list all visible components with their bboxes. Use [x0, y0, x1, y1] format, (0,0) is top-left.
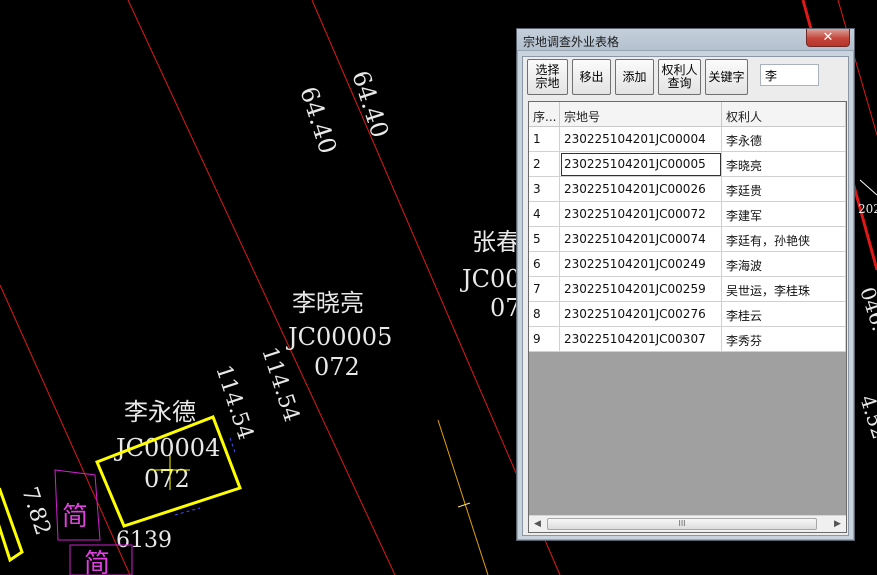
cell-index: 4 — [529, 202, 560, 227]
button-label: 宗地 — [535, 76, 560, 90]
dimension-label: 64.40 — [294, 83, 342, 157]
cell-index: 6 — [529, 252, 560, 277]
parcel-code: JC00005 — [285, 323, 392, 351]
dimension-label: 114.54 — [256, 344, 304, 425]
button-label: 查询 — [667, 76, 692, 90]
table-row[interactable]: 3 230225104201JC00026 李廷贵 — [529, 177, 846, 202]
scroll-right-icon[interactable]: ▶ — [829, 516, 846, 532]
remove-button[interactable]: 移出 — [572, 59, 611, 95]
title-bar[interactable]: 宗地调查外业表格 ✕ — [517, 29, 854, 51]
cell-parcel-code[interactable]: 230225104201JC00259 — [560, 277, 722, 302]
window-title: 宗地调查外业表格 — [523, 35, 620, 49]
parcel-owner: 张春 — [472, 228, 520, 256]
cell-owner[interactable]: 李廷贵 — [722, 177, 846, 202]
road-line — [437, 419, 489, 575]
dimension-label: 7.82 — [16, 484, 55, 538]
building-outline — [0, 487, 24, 563]
dimension-label: 64.40 — [346, 67, 394, 141]
dimension-label: 046. — [855, 284, 877, 334]
cell-parcel-code[interactable]: 230225104201JC00026 — [560, 177, 722, 202]
cell-owner[interactable]: 李桂云 — [722, 302, 846, 327]
marker-label: 简 — [62, 502, 88, 532]
cell-parcel-code[interactable]: 230225104201JC00005 — [560, 152, 722, 177]
cell-owner[interactable]: 李永德 — [722, 127, 846, 152]
dimension-label: 6139 — [116, 528, 172, 553]
cell-parcel-code[interactable]: 230225104201JC00276 — [560, 302, 722, 327]
cell-owner[interactable]: 吴世运，李桂珠 — [722, 277, 846, 302]
edge-line — [859, 179, 877, 196]
table-row[interactable]: 1 230225104201JC00004 李永德 — [529, 127, 846, 152]
select-parcel-button[interactable]: 选择 宗地 — [527, 59, 568, 95]
parcel-owner: 李晓亮 — [292, 289, 364, 317]
scroll-left-icon[interactable]: ◀ — [529, 516, 546, 532]
cell-index: 9 — [529, 327, 560, 352]
parcel-owner: 李永德 — [124, 398, 196, 426]
cell-owner[interactable]: 李海波 — [722, 252, 846, 277]
cell-parcel-code[interactable]: 230225104201JC00074 — [560, 227, 722, 252]
parcel-number: 072 — [144, 465, 190, 493]
parcel-number: 072 — [314, 353, 360, 381]
parcel-grid[interactable]: 序... 宗地号 权利人 1 230225104201JC00004 李永德 2… — [528, 101, 847, 533]
marker-label: 简 — [84, 549, 110, 575]
cell-owner[interactable]: 李廷有，孙艳侠 — [722, 227, 846, 252]
table-row[interactable]: 2 230225104201JC00005 李晓亮 — [529, 152, 846, 177]
cell-index: 3 — [529, 177, 560, 202]
cell-owner[interactable]: 李建军 — [722, 202, 846, 227]
parcel-code: JC00 — [459, 265, 521, 293]
scroll-thumb[interactable]: III — [547, 518, 817, 530]
owner-query-button[interactable]: 权利人 查询 — [658, 59, 701, 95]
keyword-input[interactable]: 李 — [760, 64, 819, 86]
close-button[interactable]: ✕ — [806, 29, 850, 47]
table-row[interactable]: 9 230225104201JC00307 李秀芬 — [529, 327, 846, 352]
keyword-button[interactable]: 关键字 — [705, 59, 748, 95]
column-header-owner[interactable]: 权利人 — [722, 102, 846, 127]
cell-parcel-code[interactable]: 230225104201JC00072 — [560, 202, 722, 227]
cell-index: 2 — [529, 152, 560, 177]
column-header-index[interactable]: 序... — [529, 102, 560, 127]
tick-mark — [457, 502, 471, 508]
cell-owner[interactable]: 李秀芬 — [722, 327, 846, 352]
cell-index: 1 — [529, 127, 560, 152]
cell-index: 8 — [529, 302, 560, 327]
horizontal-scrollbar[interactable]: ◀ III ▶ — [529, 515, 846, 532]
table-row[interactable]: 6 230225104201JC00249 李海波 — [529, 252, 846, 277]
table-row[interactable]: 8 230225104201JC00276 李桂云 — [529, 302, 846, 327]
cell-parcel-code[interactable]: 230225104201JC00307 — [560, 327, 722, 352]
cell-index: 5 — [529, 227, 560, 252]
table-row[interactable]: 7 230225104201JC00259 吴世运，李桂珠 — [529, 277, 846, 302]
column-header-parcel-code[interactable]: 宗地号 — [560, 102, 722, 127]
add-button[interactable]: 添加 — [615, 59, 654, 95]
grid-header: 序... 宗地号 权利人 — [529, 102, 846, 127]
cell-parcel-code[interactable]: 230225104201JC00249 — [560, 252, 722, 277]
cell-owner[interactable]: 李晓亮 — [722, 152, 846, 177]
table-row[interactable]: 5 230225104201JC00074 李廷有，孙艳侠 — [529, 227, 846, 252]
cell-parcel-code[interactable]: 230225104201JC00004 — [560, 127, 722, 152]
window-client-area: 选择 宗地 移出 添加 权利人 查询 关键字 李 序... 宗地号 权利人 1 … — [522, 56, 849, 536]
survey-table-window: 宗地调查外业表格 ✕ 选择 宗地 移出 添加 权利人 查询 关键字 李 序...… — [516, 28, 855, 541]
dimension-label: 4.52 — [855, 392, 877, 442]
cell-index: 7 — [529, 277, 560, 302]
table-row[interactable]: 4 230225104201JC00072 李建军 — [529, 202, 846, 227]
dimension-label: 202 — [858, 202, 877, 216]
